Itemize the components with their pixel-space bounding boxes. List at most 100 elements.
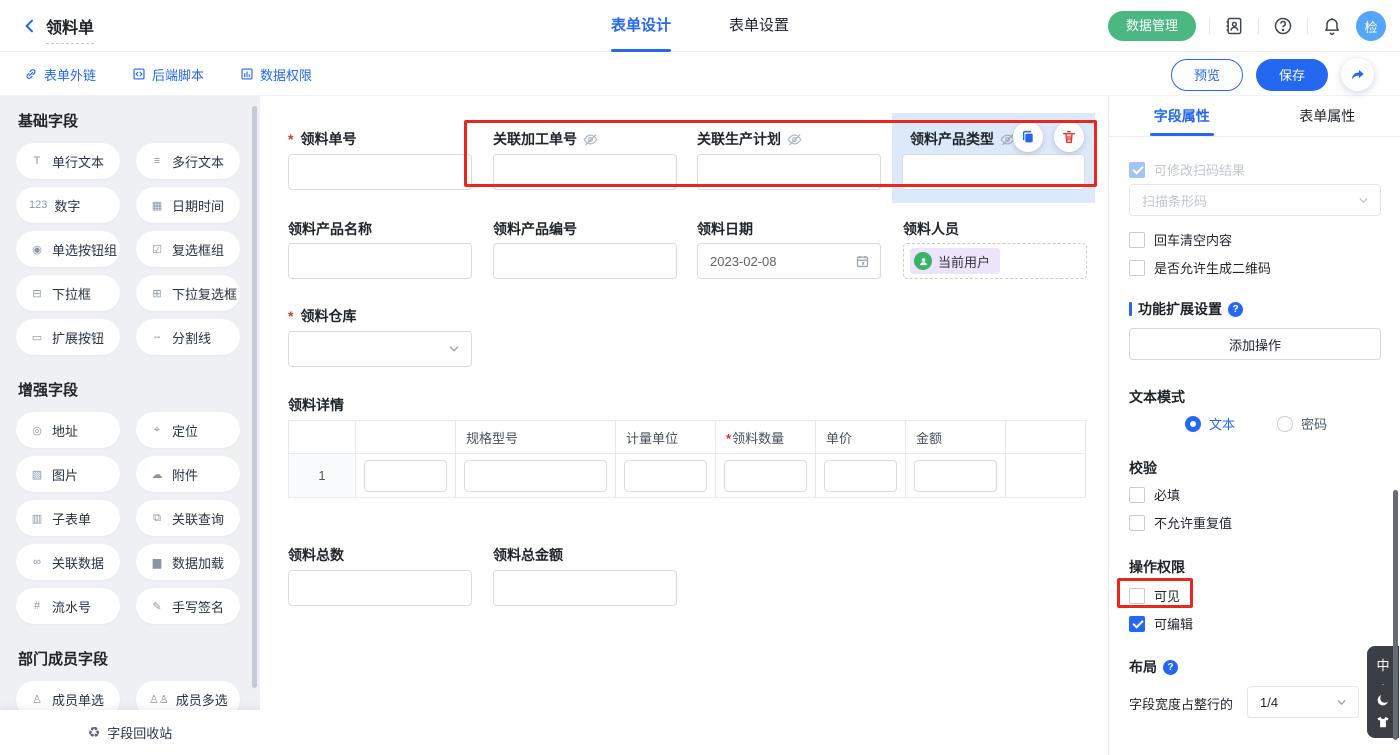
field-item-label: 定位 xyxy=(172,421,198,440)
add-action-button[interactable]: 添加操作 xyxy=(1129,328,1381,360)
production-plan-input[interactable] xyxy=(697,154,881,190)
sidebar-scrollbar[interactable] xyxy=(252,106,257,688)
person-field[interactable]: 当前用户 xyxy=(903,243,1087,279)
clear-on-enter-checkbox[interactable] xyxy=(1129,232,1145,248)
field-item-dropdown[interactable]: ⊟下拉框 xyxy=(16,275,120,311)
field-item-number[interactable]: 123数字 xyxy=(16,187,120,223)
section-title-member-fields: 部门成员字段 xyxy=(18,648,242,669)
help-circle-icon[interactable]: ? xyxy=(1163,660,1178,675)
product-type-input[interactable] xyxy=(902,154,1085,190)
label-text: 领料产品类型 xyxy=(910,129,994,149)
required-checkbox[interactable] xyxy=(1129,487,1145,503)
field-item-signature[interactable]: ✎手写签名 xyxy=(136,588,240,624)
detail-unit-input[interactable] xyxy=(624,460,707,492)
warehouse-select[interactable] xyxy=(288,331,472,367)
field-item-checkbox-group[interactable]: ☑复选框组 xyxy=(136,231,240,267)
product-name-input[interactable] xyxy=(288,243,472,279)
tab-form-properties[interactable]: 表单属性 xyxy=(1255,96,1400,136)
scan-mode-value: 扫描条形码 xyxy=(1142,191,1207,210)
radio-text[interactable] xyxy=(1185,416,1201,432)
no-duplicate-checkbox[interactable] xyxy=(1129,515,1145,531)
contacts-icon[interactable] xyxy=(1223,15,1245,37)
detail-blank-input[interactable] xyxy=(364,460,447,492)
help-icon[interactable] xyxy=(1272,15,1294,37)
field-item-image[interactable]: ▧图片 xyxy=(16,456,120,492)
tab-form-design[interactable]: 表单设计 xyxy=(611,0,671,52)
required-option[interactable]: 必填 xyxy=(1129,485,1180,504)
field-item-extend-button[interactable]: ▭扩展按钮 xyxy=(16,319,120,355)
field-item-multi-line-text[interactable]: ≡多行文本 xyxy=(136,143,240,179)
date-value: 2023-02-08 xyxy=(710,254,777,269)
field-item-subform[interactable]: ▥子表单 xyxy=(16,500,120,536)
field-item-datetime[interactable]: ▦日期时间 xyxy=(136,187,240,223)
help-circle-icon[interactable]: ? xyxy=(1228,302,1243,317)
process-order-input[interactable] xyxy=(493,154,677,190)
clear-on-enter-option[interactable]: 回车清空内容 xyxy=(1129,230,1232,249)
field-item-linked-data[interactable]: ∞关联数据 xyxy=(16,544,120,580)
signature-icon: ✎ xyxy=(149,600,165,613)
label-text: 领料详情 xyxy=(288,395,344,415)
field-item-multi-dropdown[interactable]: ⊞下拉复选框 xyxy=(136,275,240,311)
visible-checkbox[interactable] xyxy=(1129,588,1145,604)
notifications-icon[interactable] xyxy=(1321,15,1343,37)
field-item-data-load[interactable]: ▆数据加载 xyxy=(136,544,240,580)
field-item-linked-query[interactable]: ⧉关联查询 xyxy=(136,500,240,536)
allow-qrcode-checkbox[interactable] xyxy=(1129,260,1145,276)
data-manage-button[interactable]: 数据管理 xyxy=(1108,11,1196,41)
field-item-label: 关联数据 xyxy=(52,553,104,572)
header-actions: 数据管理 检 xyxy=(1108,0,1386,52)
field-item-radio-group[interactable]: ◉单选按钮组 xyxy=(16,231,120,267)
allow-qrcode-option[interactable]: 是否允许生成二维码 xyxy=(1129,258,1271,277)
date-picker[interactable]: 2023-02-08 xyxy=(697,243,881,279)
field-item-label: 成员多选 xyxy=(176,690,228,709)
delete-field-button[interactable] xyxy=(1054,122,1084,152)
detail-price-input[interactable] xyxy=(824,460,897,492)
product-code-input[interactable] xyxy=(493,243,677,279)
field-item-label: 数字 xyxy=(54,196,80,215)
field-item-label: 复选框组 xyxy=(172,240,224,259)
recycle-label: 字段回收站 xyxy=(107,723,172,742)
detail-spec-input[interactable] xyxy=(464,460,607,492)
share-button[interactable] xyxy=(1341,58,1374,91)
preview-button[interactable]: 预览 xyxy=(1171,59,1243,91)
current-user-tag[interactable]: 当前用户 xyxy=(910,248,1000,274)
field-item-location[interactable]: ⌖ 定位 xyxy=(136,412,240,448)
moon-icon[interactable] xyxy=(1376,693,1390,707)
detail-amount-input[interactable] xyxy=(914,460,997,492)
order-no-input[interactable] xyxy=(288,154,472,190)
field-item-attachment[interactable]: ☁附件 xyxy=(136,456,240,492)
field-item-address[interactable]: ◎地址 xyxy=(16,412,120,448)
tab-field-properties[interactable]: 字段属性 xyxy=(1109,96,1255,136)
total-qty-input[interactable] xyxy=(288,570,472,606)
text-mode-option-password[interactable]: 密码 xyxy=(1277,414,1327,433)
field-recycle-bin[interactable]: ♻ 字段回收站 xyxy=(0,710,260,755)
back-icon[interactable] xyxy=(22,18,38,34)
location-icon: ⌖ xyxy=(149,424,165,437)
text-mode-option-text[interactable]: 文本 xyxy=(1185,414,1235,433)
form-title[interactable]: 领料单 xyxy=(46,14,94,44)
copy-field-button[interactable] xyxy=(1013,122,1043,152)
field-width-select[interactable]: 1/4 xyxy=(1247,686,1359,718)
form-external-link[interactable]: 表单外链 xyxy=(24,52,96,96)
panel-scrollbar[interactable] xyxy=(1393,490,1398,740)
radio-password[interactable] xyxy=(1277,416,1293,432)
field-item-single-line-text[interactable]: T单行文本 xyxy=(16,143,120,179)
visible-option[interactable]: 可见 xyxy=(1129,586,1180,605)
field-label-production-plan: 关联生产计划 xyxy=(697,130,802,148)
field-item-serial-number[interactable]: #流水号 xyxy=(16,588,120,624)
avatar[interactable]: 检 xyxy=(1356,11,1386,41)
tab-form-settings[interactable]: 表单设置 xyxy=(729,0,789,52)
data-permission[interactable]: 数据权限 xyxy=(240,52,312,96)
editable-checkbox[interactable] xyxy=(1129,616,1145,632)
backend-script[interactable]: 后端脚本 xyxy=(132,52,204,96)
detail-qty-input[interactable] xyxy=(724,460,807,492)
total-amount-input[interactable] xyxy=(493,570,677,606)
field-item-divider[interactable]: ╌分割线 xyxy=(136,319,240,355)
language-badge[interactable]: 中 xyxy=(1376,655,1389,674)
editable-option[interactable]: 可编辑 xyxy=(1129,614,1193,633)
no-duplicate-option[interactable]: 不允许重复值 xyxy=(1129,513,1232,532)
shirt-icon[interactable] xyxy=(1376,715,1390,729)
save-button[interactable]: 保存 xyxy=(1256,59,1328,91)
backend-script-label: 后端脚本 xyxy=(152,65,204,84)
linked-query-icon: ⧉ xyxy=(149,512,165,525)
